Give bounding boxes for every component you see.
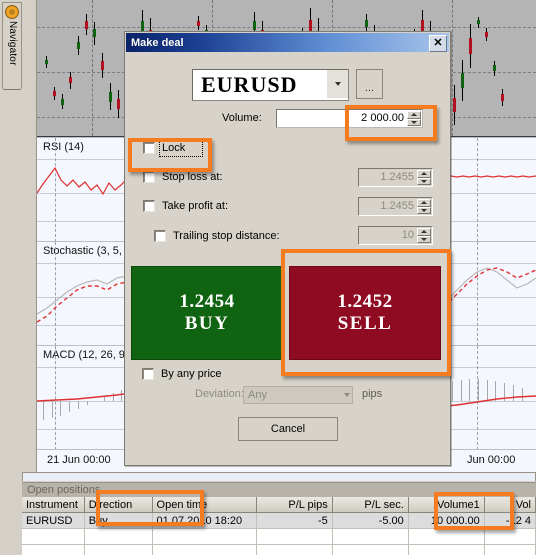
- take-profit-value: 1.2455: [380, 200, 414, 212]
- navigator-sun-icon: [6, 6, 18, 18]
- cell-empty[interactable]: [333, 545, 409, 555]
- stop-loss-input[interactable]: 1.2455: [358, 168, 433, 187]
- cell-empty[interactable]: [332, 529, 409, 545]
- open-positions-title: Open positions: [27, 484, 101, 496]
- open-positions-header: Open positions: [22, 482, 536, 497]
- take-profit-stepper[interactable]: [417, 199, 431, 214]
- cell-open-time[interactable]: 01.07.2010 18:20: [152, 513, 257, 529]
- take-profit-stepper-up[interactable]: [417, 199, 431, 207]
- cell-empty[interactable]: [84, 529, 153, 545]
- cell-empty[interactable]: [409, 545, 485, 555]
- column-header-instrument[interactable]: Instrument: [22, 497, 85, 513]
- table-row-empty[interactable]: [22, 529, 536, 545]
- cell-vol[interactable]: -12 4: [484, 513, 536, 529]
- trailing-stop-stepper-up[interactable]: [417, 228, 431, 236]
- column-header-p-l-sec[interactable]: P/L sec.: [332, 497, 409, 513]
- panel-divider: [22, 472, 536, 481]
- deviation-unit: pips: [362, 388, 383, 400]
- chevron-down-icon[interactable]: [340, 393, 350, 397]
- volume-stepper-up[interactable]: [407, 111, 421, 119]
- trailing-stop-value: 10: [401, 229, 414, 241]
- by-any-price-label: By any price: [161, 368, 222, 380]
- cell-empty[interactable]: [22, 545, 85, 555]
- navigator-gutter: [22, 0, 37, 472]
- symbol-value: EURUSD: [201, 72, 298, 97]
- open-positions-table[interactable]: Instrument Direction Open time P/L pips P/L …: [22, 497, 536, 555]
- trailing-stop-stepper[interactable]: [417, 228, 431, 243]
- column-header-open-time[interactable]: Open time: [152, 497, 257, 513]
- cell-empty[interactable]: [484, 529, 536, 545]
- table-row[interactable]: EURUSD Buy 01.07.2010 18:20 -5 -5.00 10 000.0…: [22, 513, 536, 529]
- trailing-stop-input[interactable]: 10: [358, 226, 433, 245]
- stop-loss-checkbox[interactable]: [143, 171, 155, 183]
- cell-empty[interactable]: [22, 529, 85, 545]
- dialog-title: Make deal: [131, 36, 184, 49]
- trading-terminal-window: Navigator RSI (14) Stochastic (3, 5, MAC…: [0, 0, 536, 555]
- close-icon[interactable]: ✕: [429, 35, 447, 52]
- cell-empty[interactable]: [85, 545, 153, 555]
- column-header-p-l-pips[interactable]: P/L pips: [256, 497, 333, 513]
- time-label-left: 21 Jun 00:00: [47, 454, 111, 466]
- volume-input[interactable]: 2 000.00: [276, 109, 423, 128]
- cell-direction[interactable]: Buy: [84, 513, 153, 529]
- volume-stepper[interactable]: [407, 111, 421, 126]
- stop-loss-stepper-up[interactable]: [417, 170, 431, 178]
- take-profit-stepper-down[interactable]: [417, 206, 431, 214]
- column-header-direction[interactable]: Direction: [84, 497, 153, 513]
- buy-button[interactable]: 1.2454 BUY: [131, 266, 283, 360]
- cell-empty[interactable]: [257, 545, 333, 555]
- deviation-value: Any: [248, 389, 267, 401]
- take-profit-checkbox[interactable]: [143, 200, 155, 212]
- sell-button[interactable]: 1.2452 SELL: [289, 266, 441, 360]
- take-profit-input[interactable]: 1.2455: [358, 197, 433, 216]
- dialog-titlebar[interactable]: Make deal ✕: [126, 33, 449, 52]
- volume-label: Volume:: [222, 112, 262, 124]
- sidebar-item-navigator[interactable]: Navigator: [2, 2, 22, 90]
- sell-price: 1.2452: [337, 291, 393, 312]
- cell-instrument[interactable]: EURUSD: [22, 513, 85, 529]
- cell-empty[interactable]: [256, 529, 333, 545]
- volume-value: 2 000.00: [361, 112, 404, 124]
- table-row-empty[interactable]: [22, 545, 536, 555]
- buy-price: 1.2454: [179, 291, 235, 312]
- bottom-panel: Open positions Instrument Direction Open t…: [0, 472, 536, 555]
- stop-loss-stepper-down[interactable]: [417, 177, 431, 185]
- cell-p-l-sec[interactable]: -5.00: [332, 513, 409, 529]
- cell-empty[interactable]: [153, 545, 257, 555]
- stop-loss-value: 1.2455: [380, 171, 414, 183]
- by-any-price-checkbox[interactable]: [142, 368, 154, 380]
- chevron-down-icon[interactable]: [327, 70, 348, 98]
- deviation-select[interactable]: Any: [243, 386, 353, 404]
- column-header-volume1[interactable]: Volume1: [408, 497, 485, 513]
- column-header-vol[interactable]: Vol: [484, 497, 536, 513]
- sell-action-label: SELL: [337, 313, 393, 334]
- table-header-row[interactable]: Instrument Direction Open time P/L pips P/L …: [22, 497, 536, 513]
- buy-action-label: BUY: [184, 313, 230, 334]
- deviation-label: Deviation:: [195, 388, 244, 400]
- time-label-right: Jun 00:00: [467, 454, 516, 466]
- cell-empty[interactable]: [152, 529, 257, 545]
- stop-loss-label: Stop loss at:: [162, 171, 223, 183]
- cancel-button[interactable]: Cancel: [238, 417, 338, 441]
- trailing-stop-label: Trailing stop distance:: [173, 230, 280, 242]
- take-profit-label: Take profit at:: [162, 200, 229, 212]
- symbol-browse-button[interactable]: ...: [356, 69, 383, 99]
- navigator-label: Navigator: [7, 21, 18, 66]
- navigator-dock: Navigator: [0, 0, 23, 472]
- cell-p-l-pips[interactable]: -5: [256, 513, 333, 529]
- lock-checkbox[interactable]: [143, 142, 155, 154]
- trailing-stop-checkbox[interactable]: [154, 230, 166, 242]
- cell-volume1[interactable]: 10 000.00: [408, 513, 485, 529]
- stop-loss-stepper[interactable]: [417, 170, 431, 185]
- lock-label: Lock: [162, 142, 186, 154]
- cell-empty[interactable]: [408, 529, 485, 545]
- volume-stepper-down[interactable]: [407, 118, 421, 126]
- cell-empty[interactable]: [485, 545, 536, 555]
- symbol-combobox[interactable]: EURUSD: [192, 69, 349, 101]
- trailing-stop-stepper-down[interactable]: [417, 235, 431, 243]
